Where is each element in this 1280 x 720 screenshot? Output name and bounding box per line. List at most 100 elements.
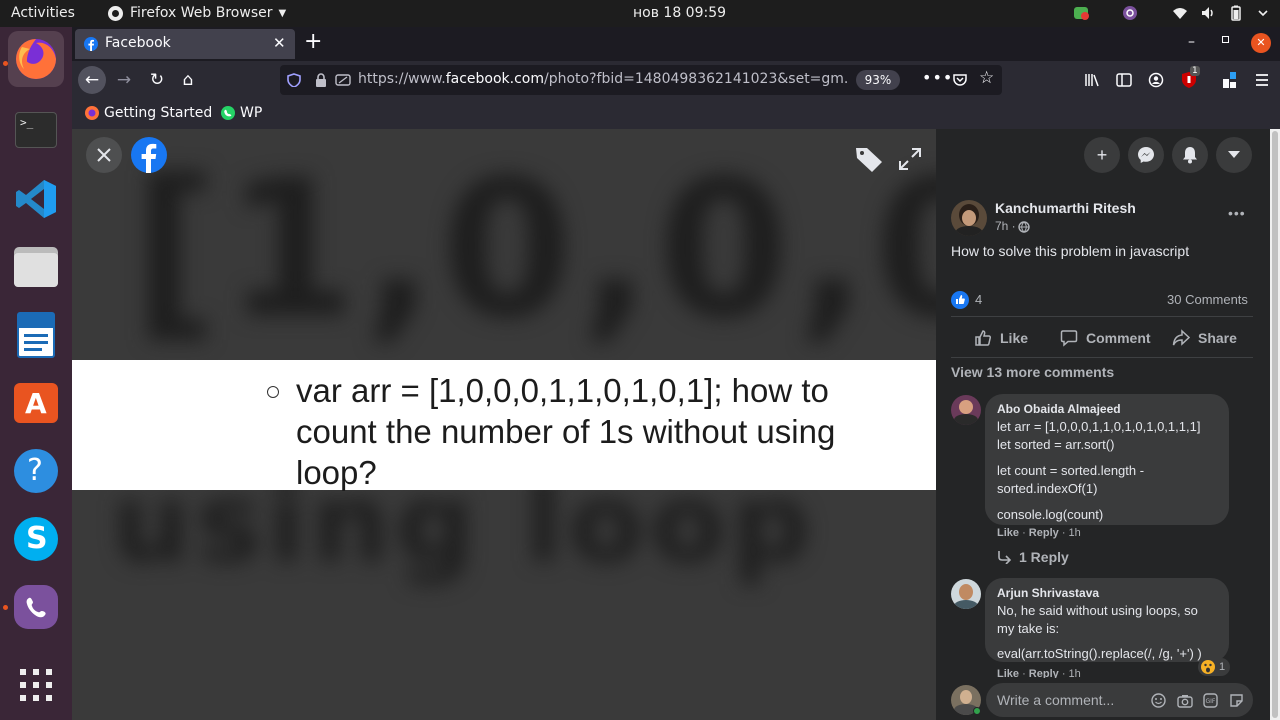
tag-icon[interactable] — [854, 145, 884, 173]
dock-vscode[interactable] — [8, 171, 64, 227]
account-icon[interactable] — [1148, 72, 1164, 88]
commenter-avatar[interactable] — [951, 579, 981, 609]
viber-tray-icon[interactable] — [1122, 5, 1138, 21]
like-reaction-icon[interactable] — [951, 291, 969, 309]
comment-line: eval(arr.toString().replace(/, /g, '+') … — [997, 646, 1202, 661]
zoom-level-badge[interactable]: 93% — [856, 70, 900, 90]
permissions-icon[interactable] — [335, 73, 351, 87]
tracking-protection-shield-icon[interactable] — [287, 73, 301, 87]
comment-line: let sorted = arr.sort() — [997, 437, 1115, 452]
battery-icon[interactable] — [1228, 5, 1244, 21]
comment-line: my take is: — [997, 621, 1060, 636]
post-author-avatar[interactable] — [951, 200, 987, 236]
like-button[interactable]: Like — [974, 329, 1028, 347]
comment-reply-link[interactable]: Reply — [1029, 527, 1059, 539]
comment-author[interactable]: Abo Obaida Almajeed — [997, 400, 1217, 418]
dock-firefox[interactable] — [8, 31, 64, 87]
comment-meta: Like · Reply · 1h — [997, 527, 1081, 539]
share-button[interactable]: Share — [1172, 329, 1237, 347]
pocket-icon[interactable] — [952, 72, 968, 88]
comment-like-link[interactable]: Like — [997, 668, 1019, 678]
account-menu-button[interactable] — [1216, 137, 1252, 173]
app-menu[interactable]: Firefox Web Browser ▼ — [108, 5, 286, 21]
show-applications-button[interactable] — [8, 657, 64, 713]
reactions-count[interactable]: 4 — [975, 292, 982, 307]
back-button[interactable]: ← — [78, 66, 106, 94]
commenter-avatar[interactable] — [951, 395, 981, 425]
bookmarks-toolbar: Getting Started WP — [72, 99, 1280, 129]
dock-files[interactable] — [8, 239, 64, 295]
tab-close-icon[interactable]: ✕ — [273, 34, 286, 52]
comment-time[interactable]: 1h — [1069, 527, 1081, 539]
url-text[interactable]: https://www.facebook.com/photo?fbid=1480… — [358, 71, 848, 87]
sidebar-icon[interactable] — [1116, 72, 1132, 88]
gif-icon[interactable]: GIF — [1203, 693, 1218, 708]
forward-button[interactable]: → — [110, 66, 138, 94]
reload-button[interactable]: ↻ — [143, 66, 171, 94]
tab-facebook[interactable]: Facebook ✕ — [75, 29, 295, 59]
extensions-icon[interactable] — [1222, 71, 1240, 89]
bookmark-wp[interactable]: WP — [220, 105, 262, 121]
extension-notification[interactable]: 1 — [1180, 66, 1200, 93]
plus-icon: + — [1096, 145, 1108, 165]
view-more-comments-link[interactable]: View 13 more comments — [951, 364, 1114, 380]
clock[interactable]: нов 18 09:59 — [633, 5, 726, 21]
writer-icon — [17, 312, 55, 358]
activities-button[interactable]: Activities — [11, 5, 75, 21]
messenger-button[interactable] — [1128, 137, 1164, 173]
bookmark-getting-started[interactable]: Getting Started — [84, 105, 212, 121]
emoji-icon[interactable] — [1151, 693, 1166, 708]
running-indicator — [3, 61, 8, 66]
vscode-icon — [16, 180, 56, 218]
dock-viber[interactable] — [8, 579, 64, 635]
dock-skype[interactable]: S — [8, 511, 64, 567]
create-button[interactable]: + — [1084, 137, 1120, 173]
photo-image: var arr = [1,0,0,0,1,1,0,1,0,1]; how to … — [72, 360, 936, 491]
lock-icon[interactable] — [315, 73, 327, 87]
minimize-button[interactable]: – — [1188, 34, 1195, 50]
comment-author[interactable]: Arjun Shrivastava — [997, 584, 1217, 602]
hamburger-menu-icon[interactable] — [1254, 72, 1270, 88]
wow-reaction-icon — [1201, 660, 1215, 674]
blurred-background: [1,0,0,0,1 — [132, 139, 936, 360]
close-viewer-button[interactable] — [86, 137, 122, 173]
dock-help[interactable]: ? — [8, 443, 64, 499]
messenger-icon — [1138, 147, 1154, 163]
scrollbar-thumb[interactable] — [1272, 131, 1278, 718]
online-status-dot — [973, 707, 981, 715]
bookmark-star-icon[interactable]: ☆ — [979, 68, 994, 88]
dock-software-center[interactable]: A — [8, 375, 64, 431]
dock-libreoffice-writer[interactable] — [8, 307, 64, 363]
url-bar[interactable]: https://www.facebook.com/photo?fbid=1480… — [280, 65, 1002, 95]
home-button[interactable]: ⌂ — [174, 66, 202, 94]
post-options-icon[interactable]: ••• — [1228, 205, 1246, 221]
post-author-name[interactable]: Kanchumarthi Ritesh — [995, 200, 1136, 216]
close-window-button[interactable]: ✕ — [1251, 33, 1271, 53]
comment-reply-link[interactable]: Reply — [1029, 668, 1059, 678]
view-replies-link[interactable]: 1 Reply — [997, 549, 1069, 565]
volume-icon[interactable] — [1200, 5, 1216, 21]
comment-reaction-badge[interactable]: 1 — [1198, 658, 1231, 676]
divider — [951, 357, 1253, 358]
page-actions-icon[interactable]: ••• — [922, 68, 953, 87]
comment-input[interactable]: Write a comment... GIF — [986, 683, 1253, 717]
comment-like-link[interactable]: Like — [997, 527, 1019, 539]
new-tab-button[interactable]: + — [304, 29, 322, 54]
update-notifier-icon[interactable] — [1073, 5, 1089, 21]
comment-time[interactable]: 1h — [1069, 668, 1081, 678]
library-icon[interactable] — [1084, 72, 1100, 88]
dock-terminal[interactable]: >_ — [8, 103, 64, 159]
extension-badge: 1 — [1190, 66, 1200, 76]
comments-count-link[interactable]: 30 Comments — [1167, 292, 1248, 307]
comment-button[interactable]: Comment — [1060, 329, 1151, 347]
fullscreen-icon[interactable] — [898, 147, 922, 171]
facebook-home-button[interactable] — [131, 137, 167, 173]
sticker-icon[interactable] — [1229, 693, 1244, 708]
post-time[interactable]: 7h · — [995, 219, 1016, 233]
power-menu-icon[interactable] — [1255, 5, 1271, 21]
notifications-button[interactable] — [1172, 137, 1208, 173]
page-scrollbar[interactable] — [1270, 129, 1280, 720]
camera-icon[interactable] — [1177, 693, 1193, 708]
maximize-button[interactable] — [1222, 36, 1229, 43]
wifi-icon[interactable] — [1172, 5, 1188, 21]
